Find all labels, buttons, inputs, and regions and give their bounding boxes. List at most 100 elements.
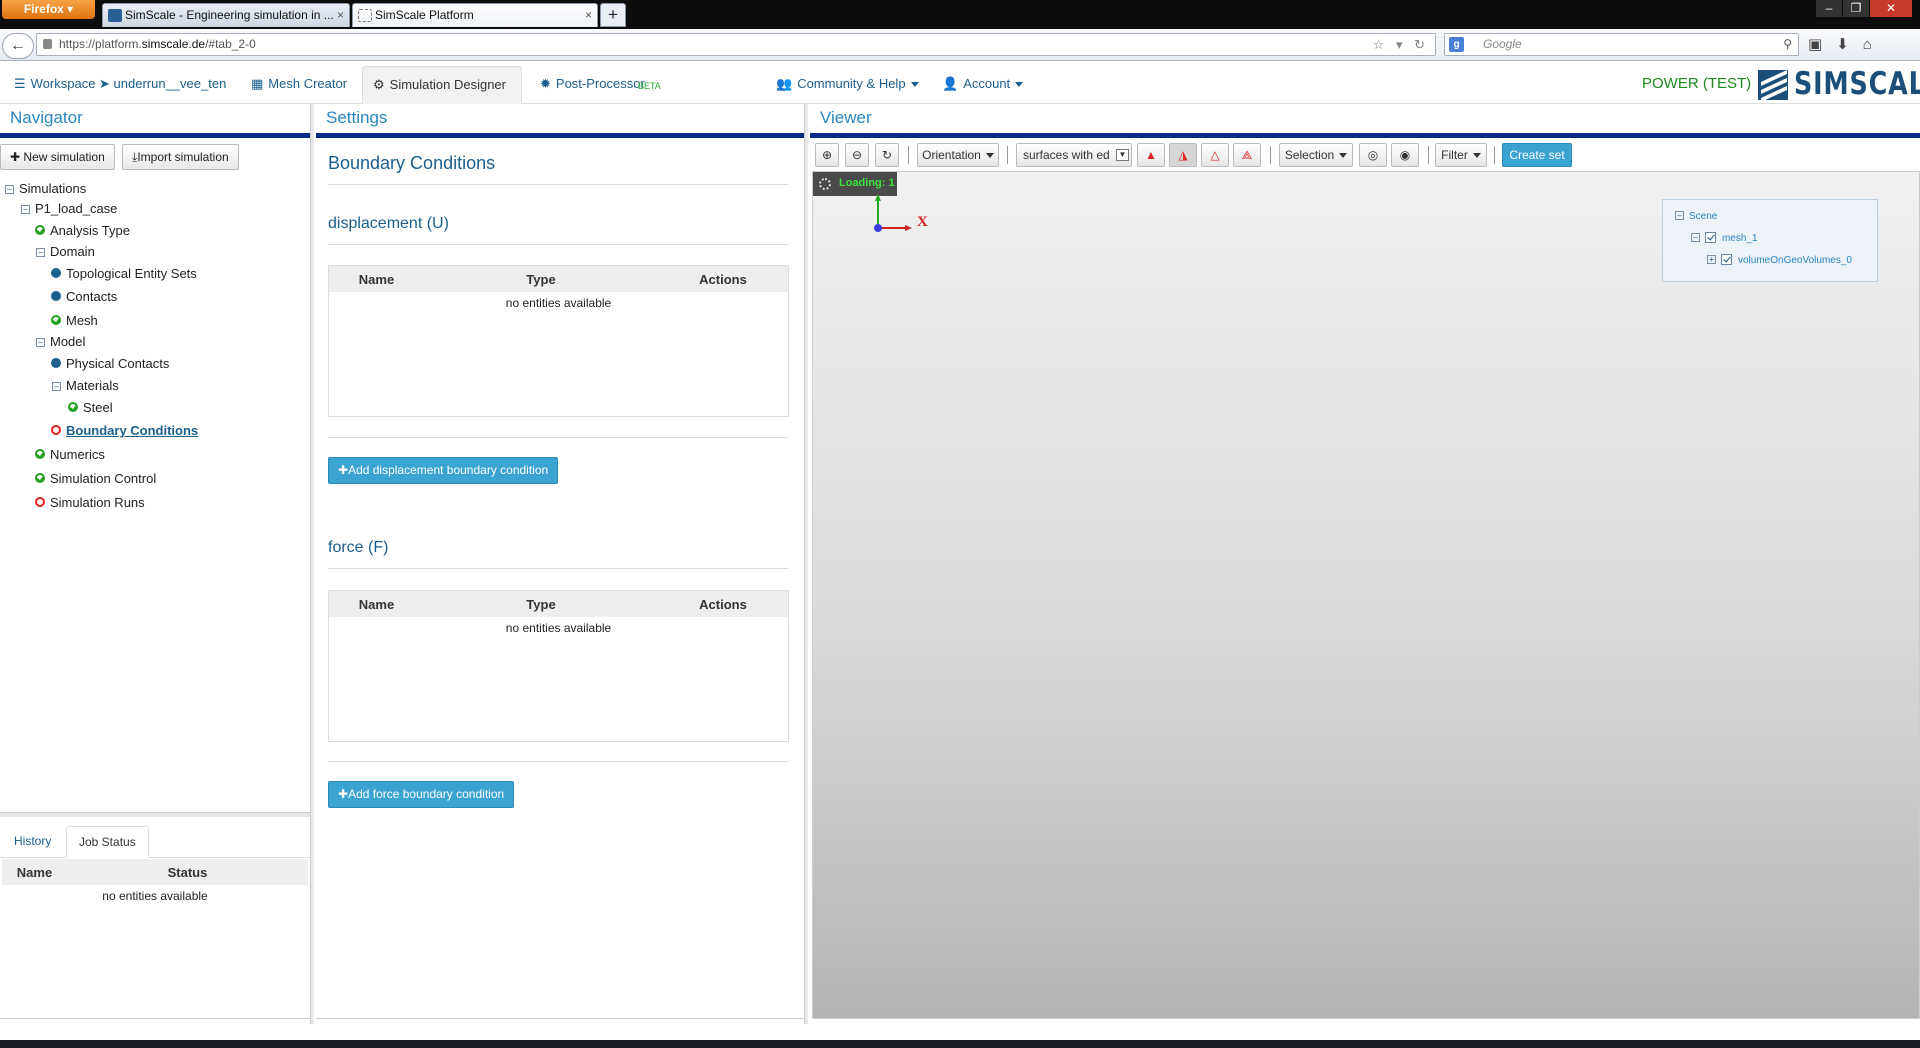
navigator-hsplitter[interactable]	[0, 812, 310, 817]
url-host: simscale.de	[141, 37, 206, 51]
zoom-in-icon[interactable]: ⊕	[815, 143, 839, 167]
browser-tab-simscale-platform[interactable]: SimScale Platform ×	[352, 3, 598, 27]
column-header-type[interactable]: Type	[424, 266, 658, 292]
close-tab-icon[interactable]: ×	[337, 4, 344, 26]
tree-node-contacts[interactable]: Contacts	[51, 287, 117, 307]
button-label: Add force boundary condition	[348, 787, 505, 801]
render-mode-select[interactable]: surfaces with ed ▼	[1016, 143, 1132, 167]
selection-dropdown[interactable]: Selection	[1279, 143, 1353, 167]
user-icon: 👤	[942, 76, 959, 91]
divider	[328, 437, 788, 438]
column-header-name[interactable]: Name	[329, 591, 424, 617]
scene-node-root[interactable]: – Scene	[1675, 210, 1717, 224]
downloads-icon[interactable]: ⬇	[1836, 36, 1863, 53]
tab-simulation-designer[interactable]: ⚙ Simulation Designer	[362, 66, 522, 104]
wireframe-icon[interactable]: △	[1201, 143, 1229, 167]
button-label: New simulation	[23, 150, 105, 164]
collapse-icon[interactable]: –	[21, 205, 30, 214]
tab-workspace[interactable]: ☰ Workspace ➤ underrun__vee_ten	[4, 66, 236, 104]
account-menu[interactable]: 👤 Account	[932, 66, 1033, 104]
column-header-name[interactable]: Name	[2, 859, 67, 885]
google-engine-icon[interactable]: g	[1449, 37, 1464, 52]
filter-dropdown[interactable]: Filter	[1435, 143, 1487, 167]
tab-mesh-creator[interactable]: ▦ Mesh Creator	[241, 66, 357, 104]
import-simulation-button[interactable]: ⤓Import simulation	[122, 144, 239, 170]
tree-node-numerics[interactable]: Numerics	[35, 445, 105, 465]
close-tab-icon[interactable]: ×	[585, 4, 592, 26]
collapse-icon[interactable]: –	[36, 338, 45, 347]
scene-node-volume[interactable]: + volumeOnGeoVolumes_0	[1707, 254, 1852, 268]
tree-node-simulations[interactable]: – Simulations	[5, 179, 86, 199]
tree-node-model[interactable]: – Model	[36, 332, 85, 352]
column-header-status[interactable]: Status	[67, 859, 308, 885]
minimize-window-button[interactable]: –	[1816, 0, 1842, 17]
hide-selection-icon[interactable]: ◎	[1359, 143, 1387, 167]
home-icon[interactable]: ⌂	[1863, 36, 1886, 53]
column-header-name[interactable]: Name	[329, 266, 424, 292]
surface-edges-icon[interactable]: ◮	[1169, 143, 1197, 167]
collapse-icon[interactable]: –	[1691, 233, 1700, 242]
back-arrow-icon[interactable]: ←	[2, 33, 34, 59]
tree-node-simulation-control[interactable]: Simulation Control	[35, 469, 156, 489]
collapse-icon[interactable]: –	[36, 248, 45, 257]
maximize-window-button[interactable]: ❐	[1843, 0, 1869, 17]
node-label: Steel	[83, 400, 113, 415]
menu-label: Community & Help	[797, 76, 906, 91]
add-displacement-bc-button[interactable]: ✚Add displacement boundary condition	[328, 457, 559, 484]
tree-node-physical-contacts[interactable]: Physical Contacts	[51, 354, 169, 374]
3d-viewport[interactable]: Loading: 1 X – Scene – mesh_1 + volumeOnGeo…	[812, 171, 1920, 1019]
tab-history[interactable]: History	[2, 826, 63, 858]
close-window-button[interactable]: ✕	[1870, 0, 1912, 17]
solid-surface-icon[interactable]: ▲	[1137, 143, 1165, 167]
node-label: P1_load_case	[35, 201, 118, 216]
settings-splitter[interactable]	[804, 104, 808, 1024]
expand-icon[interactable]: +	[1707, 255, 1716, 264]
new-tab-button[interactable]: +	[600, 3, 626, 27]
toolbar-icons[interactable]: ▣⬇⌂	[1808, 35, 1886, 53]
tree-node-simulation-runs[interactable]: Simulation Runs	[35, 493, 145, 513]
browser-nav-bar: ← https://platform.simscale.de/#tab_2-0 …	[0, 29, 1920, 61]
address-bar[interactable]: https://platform.simscale.de/#tab_2-0 ☆ …	[36, 33, 1436, 56]
collapse-icon[interactable]: –	[1675, 211, 1684, 220]
firefox-menu-button[interactable]: Firefox ▾	[2, 0, 95, 19]
browser-tab-simscale-home[interactable]: SimScale - Engineering simulation in ...…	[102, 3, 350, 27]
node-label: Domain	[50, 244, 95, 259]
empty-message: no entities available	[505, 621, 612, 635]
caret-down-icon	[985, 153, 994, 159]
tree-node-materials[interactable]: – Materials	[52, 376, 119, 396]
points-icon[interactable]: ⟁	[1233, 143, 1261, 167]
tree-node-topological-entity-sets[interactable]: Topological Entity Sets	[51, 264, 197, 284]
viewer-title: Viewer	[820, 108, 872, 127]
zoom-out-icon[interactable]: ⊖	[845, 143, 869, 167]
tree-node-load-case[interactable]: – P1_load_case	[21, 199, 117, 219]
show-all-icon[interactable]: ◉	[1391, 143, 1419, 167]
column-header-type[interactable]: Type	[424, 591, 658, 617]
new-simulation-button[interactable]: ✚ New simulation	[0, 144, 115, 170]
reset-view-icon[interactable]: ↻	[875, 143, 899, 167]
node-label: Model	[50, 334, 86, 349]
orientation-dropdown[interactable]: Orientation	[917, 143, 999, 167]
x-axis-arrow	[905, 225, 912, 231]
x-axis-label: X	[917, 214, 928, 230]
tree-node-steel[interactable]: Steel	[68, 398, 113, 418]
tree-node-boundary-conditions[interactable]: Boundary Conditions	[51, 421, 198, 441]
tab-job-status[interactable]: Job Status	[66, 826, 149, 858]
add-force-bc-button[interactable]: ✚Add force boundary condition	[328, 781, 515, 808]
visibility-checkbox[interactable]	[1721, 254, 1732, 265]
plan-label: POWER (TEST)	[1642, 75, 1752, 92]
tab-post-processor[interactable]: ✹ Post-Processor BETA	[530, 66, 661, 104]
tree-node-domain[interactable]: – Domain	[36, 242, 95, 262]
visibility-checkbox[interactable]	[1705, 232, 1716, 243]
bookmarks-icon[interactable]: ▣	[1808, 36, 1836, 53]
navigator-splitter[interactable]	[310, 104, 314, 1024]
tree-node-mesh[interactable]: Mesh	[51, 311, 98, 331]
collapse-icon[interactable]: –	[5, 185, 14, 194]
search-icon[interactable]: ⚲	[1783, 34, 1792, 55]
tree-node-analysis-type[interactable]: Analysis Type	[35, 221, 130, 241]
scene-node-mesh[interactable]: – mesh_1	[1691, 232, 1758, 246]
search-input[interactable]: g Google ⚲	[1444, 33, 1799, 56]
collapse-icon[interactable]: –	[52, 382, 61, 391]
community-help-menu[interactable]: 👥 Community & Help	[766, 66, 929, 104]
bookmark-star-icon[interactable]: ☆ ▾ ↻	[1373, 34, 1429, 55]
create-set-button[interactable]: Create set	[1502, 143, 1572, 167]
